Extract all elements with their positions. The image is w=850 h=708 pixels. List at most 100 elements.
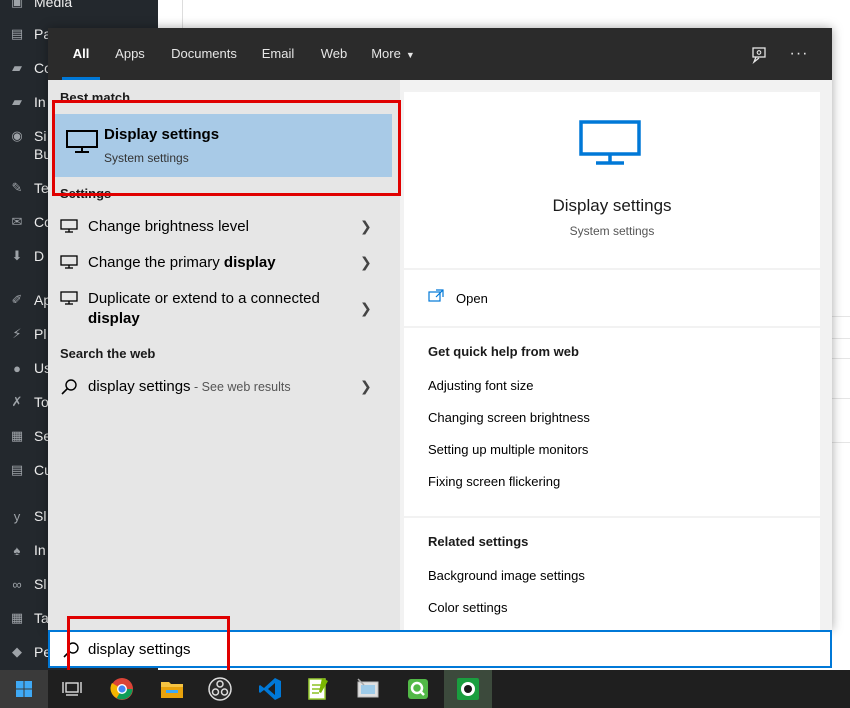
- mail-icon: ✉: [11, 214, 23, 229]
- wp-menu-links[interactable]: ∞ Sl: [8, 576, 46, 592]
- screenshot-tool-icon[interactable]: [344, 670, 392, 708]
- best-match-title: Display settings: [104, 126, 220, 143]
- comments-icon: ▰: [12, 60, 22, 75]
- monitor-small-icon: [60, 255, 78, 272]
- tab-web[interactable]: Web: [312, 28, 356, 80]
- best-match-heading: Best match: [60, 90, 131, 105]
- quick-help-heading: Get quick help from web: [428, 344, 579, 359]
- help-link-screen-brightness[interactable]: Changing screen brightness: [428, 410, 590, 425]
- monitor-icon: [66, 130, 98, 157]
- user-icon: ●: [13, 360, 21, 376]
- preview-subtitle: System settings: [569, 224, 655, 238]
- box-icon: ◆: [12, 644, 22, 659]
- inbox-icon: ▰: [12, 94, 22, 109]
- tab-all[interactable]: All: [62, 28, 100, 80]
- chevron-right-icon: ❯: [360, 378, 372, 394]
- search-icon: [62, 641, 80, 662]
- link-icon: ∞: [12, 576, 22, 592]
- wp-menu-site[interactable]: ◉ Si: [8, 128, 46, 144]
- wp-menu-media[interactable]: ▣ Media: [8, 0, 72, 10]
- search-input-value: display settings: [88, 641, 191, 658]
- wp-menu-tables[interactable]: ▦ Ta: [8, 610, 49, 626]
- result-change-primary-display[interactable]: Change the primary display ❯: [48, 250, 400, 282]
- tab-apps[interactable]: Apps: [108, 28, 152, 80]
- wp-menu-seo[interactable]: y Sl: [8, 508, 47, 524]
- monitor-small-icon: [60, 291, 78, 308]
- related-settings-card: Related settings Background image settin…: [404, 518, 820, 630]
- help-link-screen-flickering[interactable]: Fixing screen flickering: [428, 474, 560, 489]
- start-search-panel: All Apps Documents Email Web More ▼ ··· B…: [48, 28, 832, 630]
- grid-icon: ▦: [10, 610, 24, 625]
- tab-email[interactable]: Email: [254, 28, 302, 80]
- wrench-icon: ✗: [11, 394, 23, 409]
- help-link-font-size[interactable]: Adjusting font size: [428, 378, 534, 393]
- taskbar: [0, 670, 850, 708]
- windows-start-icon[interactable]: [0, 670, 48, 708]
- wp-menu-comments[interactable]: ▰ Co: [8, 60, 52, 76]
- notepad-plus-plus-icon[interactable]: [294, 670, 342, 708]
- pages-icon: ▤: [10, 26, 24, 41]
- wp-menu-tools[interactable]: ✗ To: [8, 394, 49, 410]
- preview-pane: Display settings System settings Open Ge…: [404, 92, 820, 630]
- wp-menu-downloads[interactable]: ⬇ D: [8, 248, 45, 264]
- wp-menu-extra[interactable]: ◆ Pe: [8, 644, 51, 660]
- pin-icon: ✎: [11, 180, 23, 195]
- result-change-brightness[interactable]: Change brightness level ❯: [48, 214, 400, 246]
- obs-icon[interactable]: [196, 670, 244, 708]
- download-icon: ⬇: [11, 248, 23, 263]
- help-link-multiple-monitors[interactable]: Setting up multiple monitors: [428, 442, 588, 457]
- chevron-right-icon: ❯: [360, 254, 372, 270]
- hat-icon: ♠: [13, 542, 21, 558]
- wp-menu-custom[interactable]: ▤ Cu: [8, 462, 52, 478]
- globe-icon: ◉: [11, 128, 23, 143]
- open-icon: [428, 289, 444, 305]
- wp-menu-users[interactable]: ● Us: [8, 360, 51, 376]
- task-view-icon[interactable]: [48, 670, 96, 708]
- wp-menu-plugins[interactable]: ⚡ Pl: [8, 326, 46, 342]
- search-web-heading: Search the web: [60, 346, 156, 361]
- wp-menu-learn[interactable]: ♠ In: [8, 542, 46, 558]
- wp-menu-contact[interactable]: ✉ Co: [8, 214, 52, 230]
- settings-icon: ▦: [10, 428, 24, 443]
- settings-heading: Settings: [60, 186, 112, 201]
- wp-menu-settings[interactable]: ▦ Se: [8, 428, 51, 444]
- open-label: Open: [456, 291, 488, 306]
- caret-down-icon: ▼: [405, 50, 415, 60]
- tab-documents[interactable]: Documents: [162, 28, 246, 80]
- chrome-icon[interactable]: [98, 670, 146, 708]
- table-icon: ▤: [10, 462, 24, 477]
- brush-icon: ✐: [11, 292, 23, 307]
- plugin-icon: ⚡: [12, 326, 22, 341]
- chevron-right-icon: ❯: [360, 218, 372, 234]
- wp-menu-templates[interactable]: ✎ Te: [8, 180, 49, 196]
- related-link-color[interactable]: Color settings: [428, 600, 507, 615]
- best-match-result[interactable]: Display settings System settings: [54, 114, 392, 177]
- results-list: Best match Display settings System setti…: [48, 80, 400, 630]
- feedback-icon[interactable]: [744, 28, 774, 80]
- vscode-icon[interactable]: [246, 670, 294, 708]
- file-explorer-icon[interactable]: [148, 670, 196, 708]
- wp-menu-inbox[interactable]: ▰ In: [8, 94, 46, 110]
- result-web-search[interactable]: display settings - See web results ❯: [48, 374, 400, 406]
- search-icon: [60, 378, 78, 399]
- open-action[interactable]: Open: [404, 270, 820, 326]
- preview-title: Display settings: [552, 196, 672, 215]
- related-settings-heading: Related settings: [428, 534, 529, 549]
- monitor-large-icon: [579, 120, 641, 169]
- wp-menu-pages[interactable]: ▤ Pa: [8, 26, 51, 42]
- yoast-icon: y: [13, 508, 21, 524]
- related-link-background[interactable]: Background image settings: [428, 568, 585, 583]
- best-match-subtitle: System settings: [104, 151, 189, 165]
- tab-more[interactable]: More ▼: [364, 28, 422, 80]
- search-scope-tabs: All Apps Documents Email Web More ▼ ···: [48, 28, 832, 80]
- wp-menu-appearance[interactable]: ✐ Ap: [8, 292, 52, 308]
- chevron-right-icon: ❯: [360, 300, 372, 316]
- qlik-icon[interactable]: [394, 670, 442, 708]
- active-app-icon[interactable]: [444, 670, 492, 708]
- quick-help-card: Get quick help from web Adjusting font s…: [404, 328, 820, 516]
- wp-menu-site-line2: Bu: [34, 146, 52, 162]
- more-options-icon[interactable]: ···: [784, 28, 814, 80]
- result-duplicate-extend-display[interactable]: Duplicate or extend to a connected displa…: [48, 286, 400, 330]
- media-icon: ▣: [10, 0, 24, 9]
- search-input[interactable]: display settings: [48, 630, 832, 668]
